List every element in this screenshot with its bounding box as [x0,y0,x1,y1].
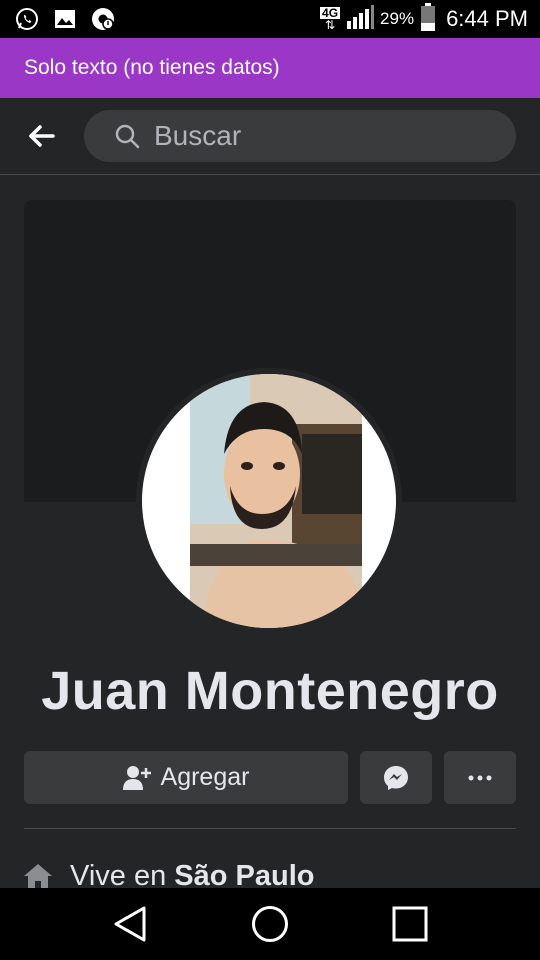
divider [24,828,516,829]
more-options-button[interactable] [444,751,516,804]
signal-icon [346,4,375,34]
profile-picture[interactable] [142,374,396,628]
image-icon [52,6,78,32]
add-friend-button[interactable]: Agregar [24,751,348,804]
square-recents-icon [392,906,428,942]
chrome-notification-icon [90,6,116,32]
search-icon [115,124,140,149]
back-button[interactable] [26,122,58,150]
home-nav-button[interactable] [246,900,294,948]
battery-percent: 29% [380,9,415,28]
whatsapp-icon [14,6,40,32]
more-icon [468,775,492,780]
top-bar [0,98,540,175]
search-bar[interactable] [84,110,516,162]
clock: 6:44 PM [446,6,528,31]
recents-nav-button[interactable] [386,900,434,948]
status-bar: 4G ⇅ 29% 6:44 PM [0,0,540,38]
network-4g-icon: 4G ⇅ [320,6,341,32]
arrow-left-icon [29,125,55,147]
add-friend-label: Agregar [160,763,250,791]
home-icon [24,863,52,891]
navigation-bar [0,888,540,960]
circle-home-icon [252,906,288,942]
banner-text: Solo texto (no tienes datos) [24,56,280,79]
profile-picture-frame[interactable] [136,368,402,634]
messenger-icon [384,765,408,790]
back-nav-button[interactable] [106,900,154,948]
search-input[interactable] [152,119,476,153]
battery-icon [420,2,436,36]
data-saver-banner[interactable]: Solo texto (no tienes datos) [0,38,540,98]
message-button[interactable] [360,751,432,804]
profile-name: Juan Montenegro [41,661,499,721]
add-friend-icon [122,765,151,790]
triangle-back-icon [114,906,146,942]
